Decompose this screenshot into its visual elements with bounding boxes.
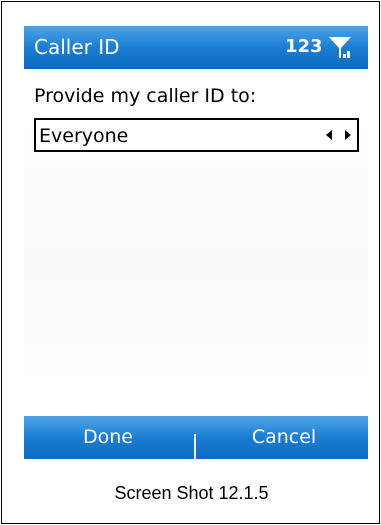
caller-id-prompt-label: Provide my caller ID to:: [34, 85, 257, 107]
signal-strength-icon: [329, 37, 351, 58]
softkey-bar: Done Cancel: [24, 416, 368, 459]
arrow-right-icon[interactable]: [345, 130, 351, 140]
title-bar: Caller ID 123: [24, 26, 368, 69]
picker-selected-value: Everyone: [39, 125, 129, 147]
figure-caption: Screen Shot 12.1.5: [114, 483, 269, 503]
screenshot-frame: Caller ID 123 Provide my caller ID to: E…: [1, 1, 380, 524]
arrow-left-icon[interactable]: [326, 130, 332, 140]
cancel-softkey[interactable]: Cancel: [200, 416, 368, 459]
phone-screen: Caller ID 123 Provide my caller ID to: E…: [24, 26, 368, 459]
softkey-divider: [194, 434, 196, 459]
screen-title: Caller ID: [34, 35, 120, 59]
done-softkey[interactable]: Done: [24, 416, 192, 459]
input-mode-indicator: 123: [285, 36, 323, 57]
caller-id-picker[interactable]: Everyone: [34, 118, 359, 152]
